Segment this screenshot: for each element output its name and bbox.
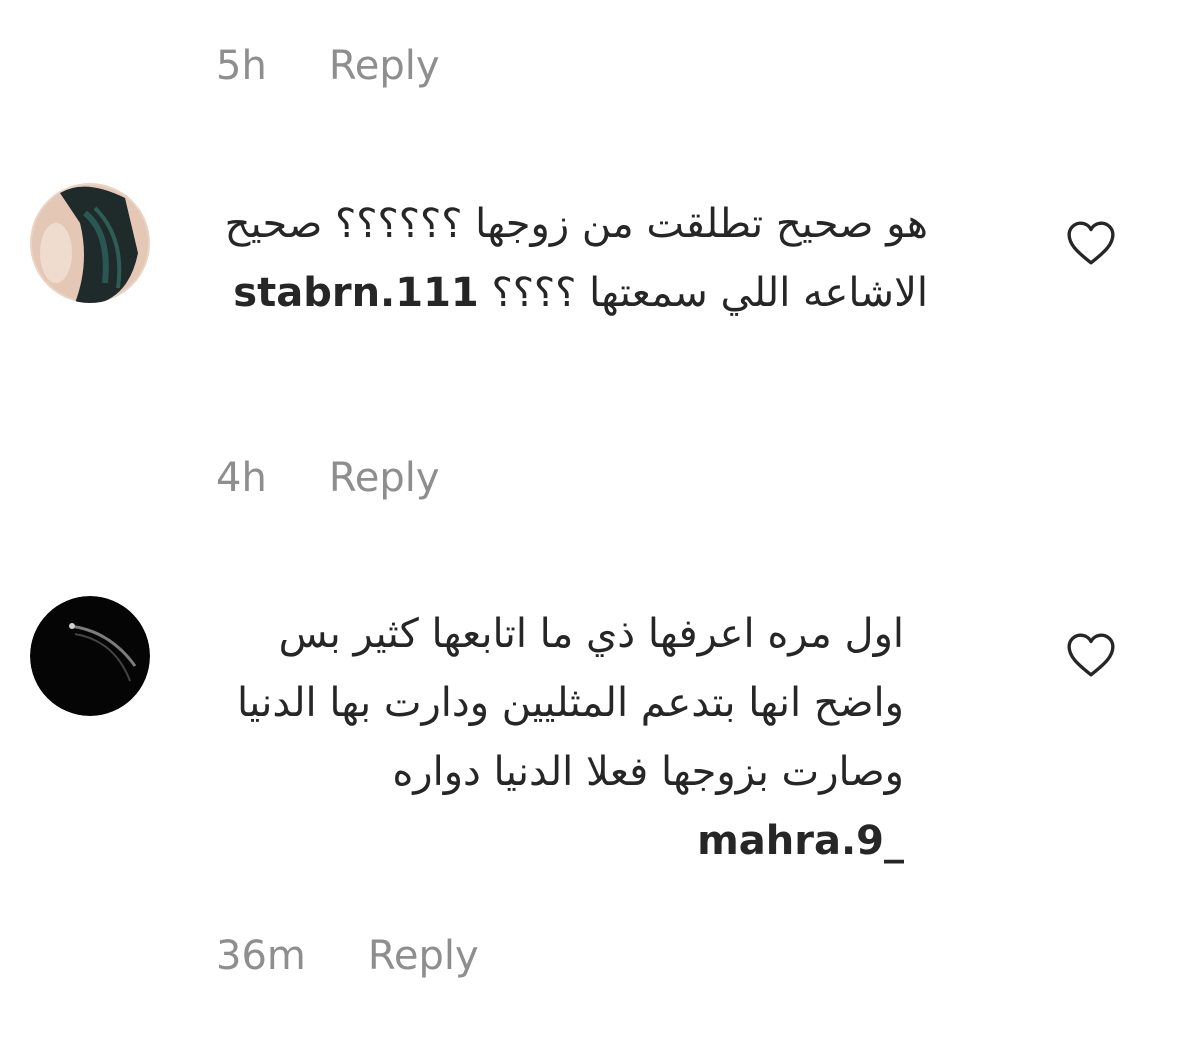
comment-meta: 5h Reply bbox=[216, 36, 440, 96]
comment-timestamp: 5h bbox=[216, 43, 267, 89]
heart-outline-icon[interactable] bbox=[1066, 220, 1116, 266]
comment-body: اول مره اعرفها ذي ما اتابعها كثير بس واض… bbox=[216, 600, 904, 880]
reply-button[interactable]: Reply bbox=[368, 933, 479, 979]
comment-timestamp: 4h bbox=[216, 455, 267, 501]
comment-body: هو صحيح تطلقت من زوجها ؟؟؟؟؟؟ صحيح الاشا… bbox=[216, 190, 928, 400]
comment-meta: 36m Reply bbox=[216, 926, 479, 986]
comment-text: اول مره اعرفها ذي ما اتابعها كثير بس واض… bbox=[236, 611, 904, 795]
comment-username[interactable]: mahra.9_ bbox=[697, 818, 904, 864]
comment-username[interactable]: stabrn.111 bbox=[233, 270, 478, 316]
comments-thread: 5h Reply هو صحيح تطلقت من زوجها ؟؟؟؟؟؟ ص… bbox=[0, 0, 1200, 1046]
comment-meta: 4h Reply bbox=[216, 448, 440, 508]
avatar[interactable] bbox=[30, 183, 150, 303]
profile-photo bbox=[30, 596, 150, 716]
heart-outline-icon[interactable] bbox=[1066, 632, 1116, 678]
profile-photo bbox=[30, 183, 150, 303]
reply-button[interactable]: Reply bbox=[329, 455, 440, 501]
comment-timestamp: 36m bbox=[216, 933, 306, 979]
avatar[interactable] bbox=[30, 596, 150, 716]
reply-button[interactable]: Reply bbox=[329, 43, 440, 89]
